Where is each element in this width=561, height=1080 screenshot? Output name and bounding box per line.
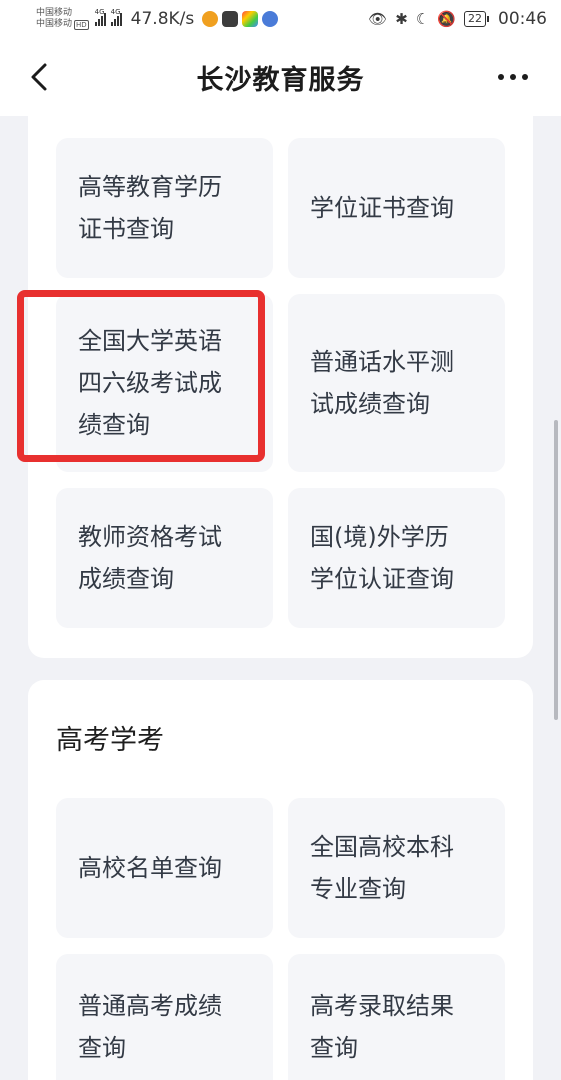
tile-higher-education-certificate[interactable]: 高等教育学历 证书查询 [56,138,273,278]
tile-admission-result[interactable]: 高考录取结果 查询 [288,954,505,1080]
moon-icon: ☾ [415,10,430,28]
bluetooth-icon: ✱ [395,10,408,28]
tile-gaokao-score[interactable]: 普通高考成绩 查询 [56,954,273,1080]
tile-university-list[interactable]: 高校名单查询 [56,798,273,938]
section-title: 高考学考 [56,725,164,756]
more-button[interactable] [493,64,533,90]
tile-undergraduate-majors[interactable]: 全国高校本科 专业查询 [288,798,505,938]
mute-bell-icon: 🔕 [437,10,456,28]
tile-cet-score[interactable]: 全国大学英语 四六级考试成 绩查询 [56,294,273,472]
gaokao-section: 高考学考 高校名单查询 全国高校本科 专业查询 普通高考成绩 查询 高考录取结果… [28,680,533,1080]
network-speed: 47.8K/s [130,9,195,29]
signal-icon: 4G [110,8,122,26]
certificate-query-section: 高等教育学历 证书查询 学位证书查询 全国大学英语 四六级考试成 绩查询 普通话… [28,116,533,658]
nav-bar: 长沙教育服务 [0,38,561,116]
net-label-2: 4G [110,8,121,16]
eye-icon: 👁 [368,10,388,28]
signal-icon: 4G [94,8,106,26]
music-icon [262,11,279,27]
notification-icons [202,11,279,27]
page-title: 长沙教育服务 [196,64,365,96]
tile-teacher-qualification-score[interactable]: 教师资格考试 成绩查询 [56,488,273,628]
more-dots-icon [498,74,504,80]
carrier-info: 中国移动 中国移动 HD [36,8,89,30]
hd-badge: HD [74,19,89,30]
tile-degree-certificate[interactable]: 学位证书查询 [288,138,505,278]
clock: 00:46 [498,9,547,29]
back-arrow-icon [31,63,47,91]
system-icons: 👁 ✱ ☾ 🔕 22 00:46 [368,9,547,29]
battery-icon: 22 [464,11,489,27]
carrier-1: 中国移动 [36,8,73,18]
carrier-2: 中国移动 [36,19,73,29]
back-button[interactable] [22,60,56,94]
status-bar: 中国移动 中国移动 HD 4G 4G 47.8K/s 👁 ✱ ☾ 🔕 22 00:… [0,0,561,38]
tile-mandarin-test-score[interactable]: 普通话水平测 试成绩查询 [288,294,505,472]
app-icon [242,11,259,27]
app-icon [222,11,239,27]
net-label-1: 4G [94,8,105,16]
scrollbar[interactable] [554,420,558,720]
weibo-icon [202,11,219,27]
tile-foreign-degree-certification[interactable]: 国(境)外学历 学位认证查询 [288,488,505,628]
